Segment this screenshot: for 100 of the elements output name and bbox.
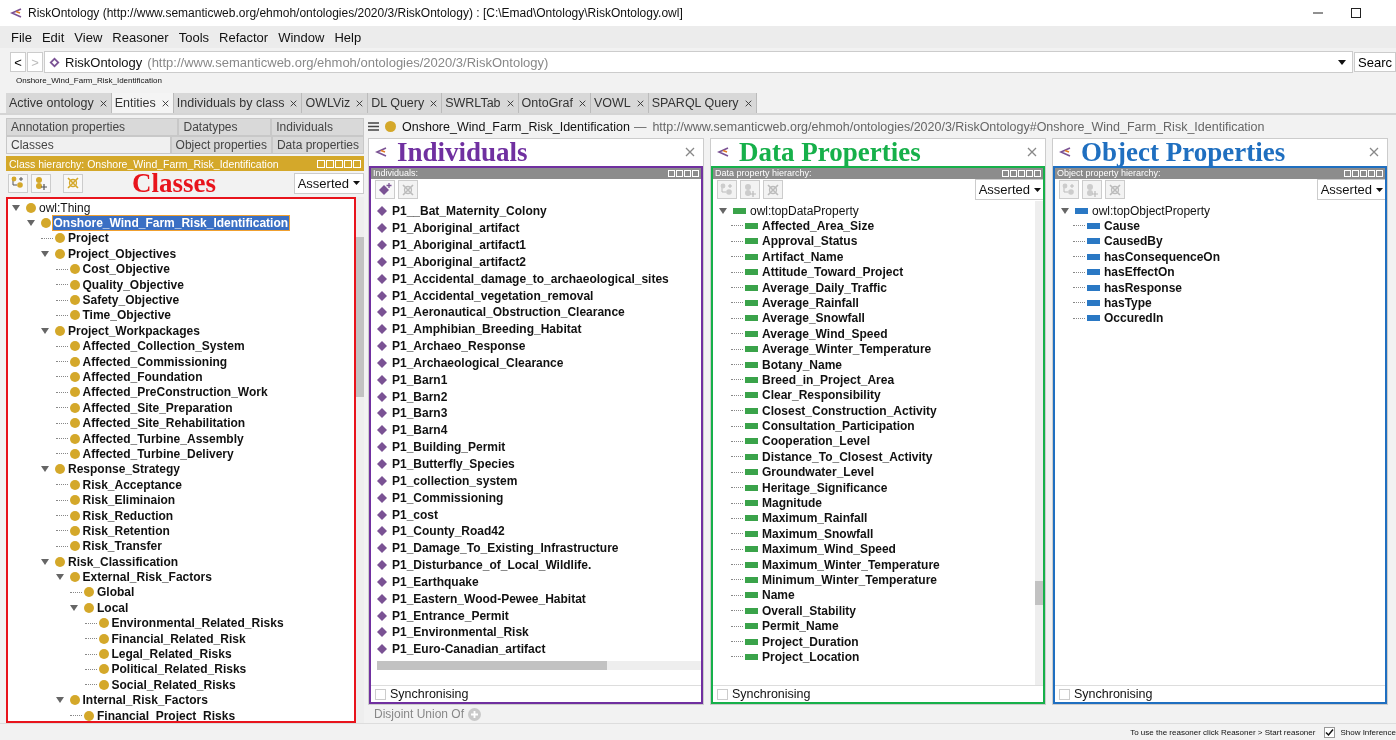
class-tree-item[interactable]: Onshore_Wind_Farm_Risk_Identification — [52, 216, 290, 231]
individual-item[interactable]: P1_Aboriginal_artifact2 — [392, 254, 527, 269]
class-tree-item[interactable]: Project_Workpackages — [67, 323, 201, 338]
property-tree-item[interactable]: Maximum_Snowfall — [762, 526, 874, 541]
property-tree-item[interactable]: Closest_Construction_Activity — [762, 403, 937, 418]
entity-tab[interactable]: Data properties — [271, 136, 364, 154]
class-tree-item[interactable]: Risk_Eliminaion — [81, 493, 177, 508]
class-tree-item[interactable]: Response_Strategy — [67, 462, 182, 477]
property-tree-item[interactable]: Average_Daily_Traffic — [762, 280, 887, 295]
class-tree-item[interactable]: Affected_Turbine_Assembly — [81, 431, 245, 446]
property-tree-item[interactable]: Maximum_Wind_Speed — [762, 542, 896, 557]
close-icon[interactable] — [636, 99, 644, 107]
checkbox[interactable] — [1324, 726, 1336, 738]
individual-item[interactable]: P1_collection_system — [392, 473, 518, 488]
individual-item[interactable]: P1_Earthquake — [392, 574, 479, 589]
property-tree-item[interactable]: Clear_Responsibility — [762, 388, 881, 403]
tab[interactable]: SPARQL Query — [648, 93, 757, 113]
property-tree-item[interactable]: Consultation_Participation — [762, 419, 915, 434]
tab[interactable]: OWLViz — [302, 93, 369, 113]
scrollbar[interactable] — [377, 660, 701, 670]
property-tree-item[interactable]: Cause — [1104, 219, 1141, 233]
property-tree-item[interactable]: Average_Rainfall — [762, 295, 859, 310]
expanded-triangle-icon[interactable] — [26, 219, 35, 228]
individual-item[interactable]: P1_Disturbance_of_Local_Wildlife. — [392, 558, 592, 573]
class-tree-item[interactable]: Risk_Classification — [67, 554, 180, 569]
entity-tab[interactable]: Datatypes — [178, 118, 272, 136]
close-icon[interactable] — [356, 99, 364, 107]
individual-item[interactable]: P1_Barn3 — [392, 406, 448, 421]
menu-item[interactable]: File — [6, 29, 37, 45]
individual-item[interactable]: P1_Butterfly_Species — [392, 457, 515, 471]
class-tree-item[interactable]: Affected_Site_Preparation — [81, 400, 234, 415]
individual-item[interactable]: P1_Amphibian_Breeding_Habitat — [392, 322, 582, 337]
property-tree-item[interactable]: Project_Location — [762, 649, 860, 664]
individual-item[interactable]: P1_Aboriginal_artifact1 — [392, 238, 527, 252]
tab[interactable]: OntoGraf — [518, 93, 591, 113]
class-tree-item[interactable]: Affected_Turbine_Delivery — [81, 446, 235, 461]
class-tree-item[interactable]: Internal_Risk_Factors — [81, 693, 209, 708]
property-tree-item[interactable]: OccuredIn — [1104, 311, 1164, 326]
view-buttons-icon[interactable] — [317, 159, 361, 168]
class-tree-item[interactable]: Project_Objectives — [67, 246, 178, 261]
property-tree-item[interactable]: Maximum_Rainfall — [762, 511, 868, 526]
class-tree-item[interactable]: Risk_Retention — [81, 523, 171, 538]
menu-item[interactable]: Refactor — [214, 29, 274, 45]
expanded-triangle-icon[interactable] — [719, 206, 727, 215]
individual-item[interactable]: P1_Building_Permit — [392, 440, 506, 455]
class-tree-item[interactable]: Financial_Related_Risk — [110, 631, 247, 646]
menu-item[interactable]: View — [69, 29, 108, 45]
property-tree-item[interactable]: hasEffectOn — [1104, 265, 1175, 280]
individual-item[interactable]: P1_cost — [392, 507, 439, 522]
property-tree-item[interactable]: Botany_Name — [762, 357, 843, 372]
menu-item[interactable]: Window — [273, 29, 330, 45]
class-tree-item[interactable]: Affected_Collection_System — [81, 339, 246, 354]
class-tree-item[interactable]: Political_Related_Risks — [110, 662, 248, 677]
class-tree-item[interactable]: Risk_Reduction — [81, 508, 175, 523]
individual-item[interactable]: P1_Entrance_Permit — [392, 608, 509, 623]
menu-item[interactable]: Tools — [173, 29, 215, 45]
property-tree-item[interactable]: Overall_Stability — [762, 603, 857, 618]
expanded-triangle-icon[interactable] — [41, 326, 49, 335]
individual-item[interactable]: P1_County_Road42 — [392, 524, 505, 539]
close-icon[interactable] — [430, 99, 438, 107]
menu-item[interactable]: Help — [329, 29, 367, 45]
property-tree-item[interactable]: Groundwater_Level — [762, 465, 875, 480]
individual-item[interactable]: P1_Archaeological_Clearance — [392, 355, 564, 370]
tab[interactable]: SWRLTab — [442, 93, 519, 113]
class-tree-item[interactable]: Affected_Foundation — [81, 370, 204, 384]
class-tree-item[interactable]: Global — [96, 585, 136, 600]
entity-tab[interactable]: Annotation properties — [6, 118, 179, 136]
add-subclass-icon[interactable] — [8, 173, 28, 193]
property-tree-item[interactable]: Affected_Area_Size — [762, 219, 875, 233]
class-tree-item[interactable]: External_Risk_Factors — [81, 570, 213, 585]
class-tree-item[interactable]: Time_Objective — [81, 308, 172, 323]
tab[interactable]: VOWL — [590, 93, 649, 113]
class-tree-item[interactable]: Affected_Commissioning — [81, 354, 229, 369]
search-button[interactable]: Searc — [1354, 52, 1396, 72]
menu-item[interactable]: Reasoner — [107, 29, 174, 45]
property-tree-item[interactable]: Name — [762, 588, 795, 603]
checkbox[interactable] — [717, 688, 728, 700]
expanded-triangle-icon[interactable] — [70, 603, 78, 612]
individual-item[interactable]: P1_Barn2 — [392, 389, 448, 404]
class-tree-item[interactable]: Safety_Objective — [81, 293, 181, 308]
delete-icon[interactable] — [763, 180, 783, 200]
expanded-triangle-icon[interactable] — [55, 696, 64, 705]
property-tree-item[interactable]: hasType — [1104, 295, 1152, 310]
entity-tab[interactable]: Individuals — [271, 118, 364, 136]
ontology-combo-box[interactable]: RiskOntology (http://www.semanticweb.org/ehmoh/ontologies/2020/3/RiskOntology) — [44, 51, 1354, 73]
scrollbar[interactable] — [1035, 200, 1043, 686]
scrollbar[interactable] — [356, 197, 364, 723]
view-buttons-icon[interactable] — [1002, 169, 1041, 177]
menu-icon[interactable] — [368, 122, 379, 132]
add-individual-icon[interactable] — [375, 180, 395, 200]
class-tree-item[interactable]: Project — [67, 231, 110, 246]
view-buttons-icon[interactable] — [668, 169, 699, 177]
property-tree-item[interactable]: hasConsequenceOn — [1104, 249, 1221, 264]
individual-item[interactable]: P1_Archaeo_Response — [392, 339, 526, 354]
close-icon[interactable] — [290, 99, 298, 107]
property-tree-item[interactable]: Project_Duration — [762, 634, 859, 649]
delete-icon[interactable] — [63, 173, 83, 193]
individual-item[interactable]: P1_Euro-Canadian_artifact — [392, 642, 546, 657]
class-tree-item[interactable]: Social_Related_Risks — [110, 677, 237, 692]
class-tree-item[interactable]: Environmental_Related_Risks — [110, 616, 285, 631]
